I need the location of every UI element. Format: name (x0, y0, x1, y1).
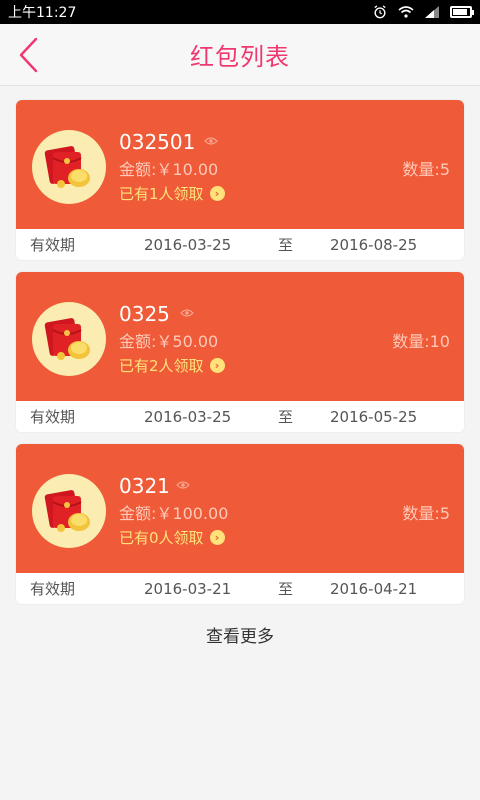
card-body: 032501 金额:￥10.00 已有1人领取 › 数量:5 (16, 100, 464, 229)
packet-code: 0321 (119, 474, 170, 498)
validity-row: 有效期 2016-03-25 至 2016-05-25 (16, 401, 464, 432)
validity-start: 2016-03-25 (144, 235, 232, 254)
claimed-link[interactable]: 已有0人领取 › (119, 527, 225, 548)
red-packet-card[interactable]: 0321 金额:￥100.00 已有0人领取 › 数量:5 有效期 2016-0… (16, 444, 464, 604)
red-packet-icon (32, 474, 106, 548)
red-packet-card[interactable]: 0325 金额:￥50.00 已有2人领取 › 数量:10 有效期 2016-0… (16, 272, 464, 432)
wifi-icon (398, 6, 414, 18)
validity-separator: 至 (278, 580, 294, 598)
validity-end: 2016-05-25 (330, 407, 418, 426)
packet-quantity: 数量:5 (402, 160, 450, 179)
validity-separator: 至 (278, 408, 294, 426)
packet-code: 0325 (119, 302, 170, 326)
chevron-left-icon (19, 37, 38, 73)
validity-separator: 至 (278, 236, 294, 254)
claimed-text: 已有0人领取 (119, 529, 204, 547)
validity-label: 有效期 (30, 580, 76, 598)
battery-icon (450, 6, 474, 18)
status-bar: 上午11:27 (0, 0, 480, 24)
packet-quantity: 数量:5 (402, 504, 450, 523)
validity-row: 有效期 2016-03-25 至 2016-08-25 (16, 229, 464, 260)
packet-quantity: 数量:10 (392, 332, 450, 351)
status-icons (372, 5, 474, 19)
status-time: 上午11:27 (8, 5, 77, 21)
red-packet-icon (32, 302, 106, 376)
claimed-link[interactable]: 已有2人领取 › (119, 355, 225, 376)
chevron-right-icon: › (209, 358, 225, 373)
validity-label: 有效期 (30, 408, 76, 426)
validity-start: 2016-03-21 (144, 579, 232, 598)
validity-label: 有效期 (30, 236, 76, 254)
claimed-text: 已有2人领取 (119, 357, 204, 375)
back-button[interactable] (10, 34, 46, 76)
packet-amount: 金额:￥100.00 (119, 504, 229, 523)
chevron-right-icon: › (209, 530, 225, 545)
red-packet-icon (32, 130, 106, 204)
eye-icon[interactable] (176, 480, 190, 490)
eye-icon[interactable] (204, 136, 218, 146)
page-title: 红包列表 (190, 43, 290, 71)
claimed-link[interactable]: 已有1人领取 › (119, 183, 225, 204)
eye-icon[interactable] (180, 308, 194, 318)
packet-amount: 金额:￥10.00 (119, 160, 219, 179)
validity-end: 2016-08-25 (330, 235, 418, 254)
header: 红包列表 (0, 24, 480, 86)
signal-icon (425, 6, 439, 18)
packet-code: 032501 (119, 130, 196, 154)
load-more-button[interactable]: 查看更多 (0, 622, 480, 647)
card-body: 0321 金额:￥100.00 已有0人领取 › 数量:5 (16, 444, 464, 573)
red-packet-card[interactable]: 032501 金额:￥10.00 已有1人领取 › 数量:5 有效期 2016-… (16, 100, 464, 260)
validity-row: 有效期 2016-03-21 至 2016-04-21 (16, 573, 464, 604)
validity-end: 2016-04-21 (330, 579, 418, 598)
chevron-right-icon: › (209, 186, 225, 201)
card-body: 0325 金额:￥50.00 已有2人领取 › 数量:10 (16, 272, 464, 401)
packet-amount: 金额:￥50.00 (119, 332, 219, 351)
claimed-text: 已有1人领取 (119, 185, 204, 203)
validity-start: 2016-03-25 (144, 407, 232, 426)
alarm-icon (374, 5, 386, 19)
